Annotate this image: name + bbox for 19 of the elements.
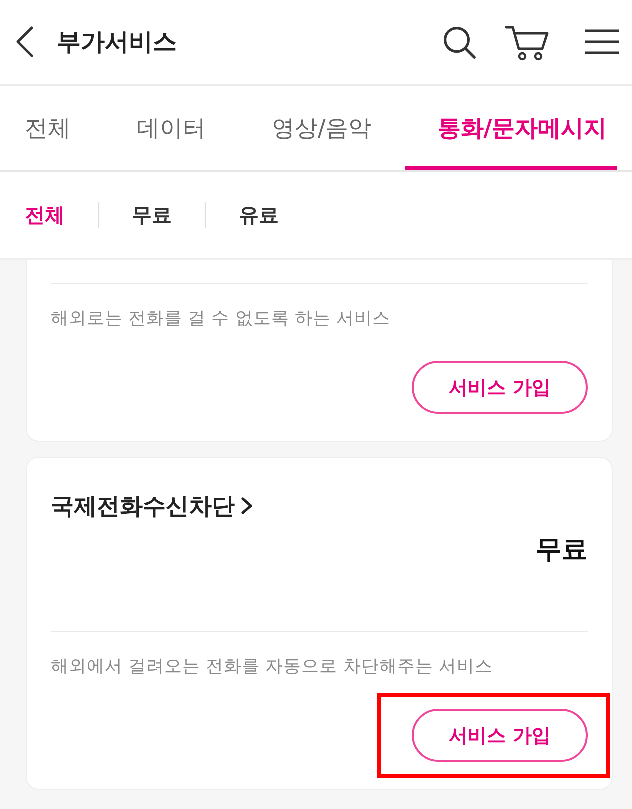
service-description: 해외로는 전화를 걸 수 없도록 하는 서비스 <box>51 308 392 331</box>
back-icon[interactable] <box>15 26 35 58</box>
category-tab[interactable]: 영상/음악 <box>239 86 405 170</box>
page-title: 부가서비스 <box>57 27 177 58</box>
category-tab[interactable]: 통화/문자메시지 <box>404 86 618 170</box>
search-icon[interactable] <box>443 26 476 58</box>
category-tab[interactable]: 데이터 <box>104 86 239 170</box>
service-title[interactable]: 국제전화수신차단 <box>51 490 235 522</box>
cart-icon[interactable] <box>505 25 549 61</box>
price-filter-tab[interactable]: 유료 <box>206 202 312 228</box>
menu-icon[interactable] <box>584 29 620 55</box>
price-filter-tab[interactable]: 전체 <box>0 202 98 228</box>
price-text: 무료 <box>536 534 588 566</box>
category-tab[interactable]: 전체 <box>0 86 104 170</box>
service-description: 해외에서 걸려오는 전화를 자동으로 차단해주는 서비스 <box>51 656 494 679</box>
chevron-right-icon[interactable] <box>241 497 253 515</box>
subscribe-button[interactable]: 서비스 가입 <box>412 709 588 762</box>
price-filter-tab[interactable]: 무료 <box>99 202 205 228</box>
subscribe-button[interactable]: 서비스 가입 <box>412 361 588 414</box>
